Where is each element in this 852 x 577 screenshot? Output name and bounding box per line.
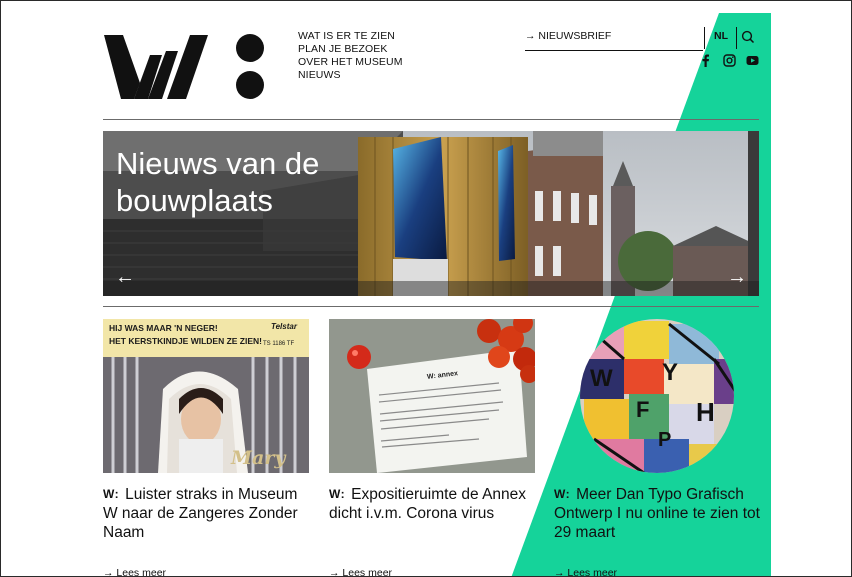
poster-letter: H <box>696 397 715 427</box>
next-slide-button[interactable]: → <box>727 266 747 289</box>
news-card-title-text[interactable]: Meer Dan Typo Grafisch Ontwerp I nu onli… <box>554 486 760 541</box>
divider <box>704 27 705 49</box>
w-mark-icon: W: <box>554 487 571 501</box>
previous-slide-button[interactable]: ← <box>115 266 135 289</box>
divider <box>736 27 737 49</box>
annex-sign-photo <box>329 319 535 473</box>
news-card-title[interactable]: W: Expositieruimte de Annex dicht i.v.m. … <box>329 485 535 523</box>
read-more-link[interactable]: → Lees meer <box>103 567 166 576</box>
instagram-icon[interactable] <box>723 54 736 67</box>
record-code: TS 1186 TF <box>263 341 295 347</box>
header-divider <box>103 119 759 120</box>
museum-w-logo[interactable] <box>104 31 266 101</box>
news-card-title[interactable]: W: Meer Dan Typo Grafisch Ontwerp I nu on… <box>554 485 760 542</box>
news-card-title-text[interactable]: Expositieruimte de Annex dicht i.v.m. Co… <box>329 486 526 522</box>
read-more-link[interactable]: → Lees meer <box>329 567 392 576</box>
youtube-icon[interactable] <box>746 55 759 66</box>
language-search-bar: NL <box>704 27 759 49</box>
social-links <box>698 54 760 68</box>
nav-item-over-het-museum[interactable]: OVER HET MUSEUM <box>298 56 403 69</box>
record-line-2: HET KERSTKINDJE WILDEN ZE ZIEN! <box>109 336 263 346</box>
news-card-title-text[interactable]: Luister straks in Museum W naar de Zange… <box>103 486 298 541</box>
section-divider <box>103 306 759 307</box>
newsletter-link[interactable]: → NIEUWSBRIEF <box>525 30 703 51</box>
page-frame: WAT IS ER TE ZIEN PLAN JE BEZOEK OVER HE… <box>0 0 852 577</box>
hero-title[interactable]: Nieuws van de bouwplaats <box>116 145 376 219</box>
record-name: Mary <box>231 447 286 469</box>
search-icon[interactable] <box>741 30 755 44</box>
main-navigation: WAT IS ER TE ZIEN PLAN JE BEZOEK OVER HE… <box>298 30 403 82</box>
read-more-link[interactable]: → Lees meer <box>554 567 617 576</box>
nav-item-plan-je-bezoek[interactable]: PLAN JE BEZOEK <box>298 43 403 56</box>
w-mark-icon: W: <box>329 487 346 501</box>
poster-letter: F <box>636 397 650 422</box>
hero-slider[interactable]: Nieuws van de bouwplaats ← → <box>103 131 759 296</box>
w-mark-icon: W: <box>103 487 120 501</box>
record-brand: Telstar <box>271 322 297 331</box>
nav-item-nieuws[interactable]: NIEUWS <box>298 69 403 82</box>
typography-circle-art <box>580 319 734 473</box>
record-line-1: HIJ WAS MAAR 'N NEGER! <box>109 323 218 333</box>
poster-letter: W <box>590 365 613 392</box>
poster-letter: P <box>658 429 672 451</box>
record-cover-image[interactable]: HIJ WAS MAAR 'N NEGER! HET KERSTKINDJE W… <box>103 319 309 473</box>
news-card-title[interactable]: W: Luister straks in Museum W naar de Zan… <box>103 485 309 542</box>
annex-sign-image[interactable]: W: annex <box>329 319 535 473</box>
typo-poster-image[interactable]: W Y F H P <box>554 319 760 473</box>
language-switch[interactable]: NL <box>714 30 728 42</box>
poster-letter: Y <box>662 359 679 386</box>
nav-item-wat-is-er-te-zien[interactable]: WAT IS ER TE ZIEN <box>298 30 403 43</box>
facebook-icon[interactable] <box>701 54 710 67</box>
